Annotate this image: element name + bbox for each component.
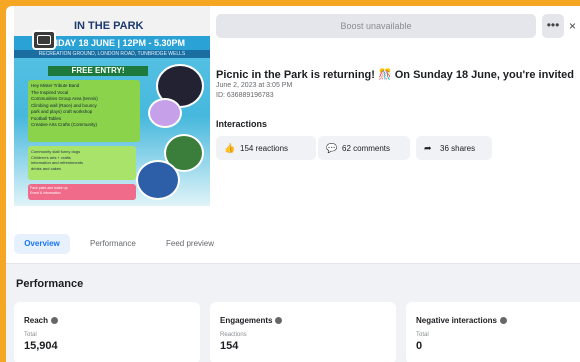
reach-card: Reach Total 15,904 — [14, 302, 200, 362]
reach-sub: Total — [24, 332, 37, 338]
reach-value: 15,904 — [24, 340, 58, 352]
shares-chip[interactable]: ➦ 36 shares — [416, 136, 492, 160]
reach-title: Reach — [24, 316, 59, 325]
post-image[interactable]: IN THE PARK SUNDAY 18 JUNE | 12PM - 5.30… — [14, 6, 210, 206]
poster-note: Event & information — [30, 190, 61, 195]
reactions-chip[interactable]: 👍 154 reactions — [216, 136, 316, 160]
reach-label: Reach — [24, 316, 49, 325]
tab-feed-preview[interactable]: Feed preview — [166, 234, 214, 254]
shares-label: 36 shares — [440, 144, 476, 153]
negative-interactions-card: Negative interactions Total 0 — [406, 302, 580, 362]
negative-sub: Total — [416, 332, 429, 338]
tab-overview[interactable]: Overview — [14, 234, 70, 254]
info-icon[interactable] — [51, 317, 59, 325]
engagements-sub: Reactions — [220, 332, 247, 338]
post-insights-panel: IN THE PARK SUNDAY 18 JUNE | 12PM - 5.30… — [6, 6, 580, 362]
engagements-label: Engagements — [220, 316, 273, 325]
poster-photo-kids — [148, 98, 182, 128]
negative-title: Negative interactions — [416, 316, 507, 325]
thumbs-up-icon: 👍 — [224, 143, 236, 153]
interactions-heading: Interactions — [216, 119, 268, 129]
performance-section: Performance Reach Total 15,904 Engagemen… — [6, 264, 580, 362]
negative-value: 0 — [416, 340, 423, 352]
engagements-title: Engagements — [220, 316, 283, 325]
poster-activities: Hey Mister Tribute Band The Inspired Voc… — [28, 80, 140, 142]
comment-icon: 💬 — [326, 143, 338, 153]
post-id: ID: 636889196783 — [216, 92, 274, 99]
poster-activity: Creative Arts Crafts (Community) — [31, 122, 98, 127]
close-icon[interactable]: × — [569, 14, 580, 38]
info-icon[interactable] — [275, 317, 283, 325]
gallery-icon — [32, 30, 56, 50]
poster-free-entry: FREE ENTRY! — [48, 66, 148, 76]
info-icon[interactable] — [499, 317, 507, 325]
poster-footer-note: Face paint and make up Event & informati… — [28, 184, 136, 200]
post-summary: IN THE PARK SUNDAY 18 JUNE | 12PM - 5.30… — [6, 6, 580, 220]
poster-extras: Community stall funny dogs Children's ar… — [28, 146, 136, 180]
poster-title: IN THE PARK — [74, 20, 144, 32]
share-icon: ➦ — [424, 143, 432, 153]
reactions-label: 154 reactions — [240, 144, 289, 153]
post-message: Picnic in the Park is returning! 🎊 On Su… — [216, 69, 575, 81]
negative-label: Negative interactions — [416, 316, 497, 325]
more-options-button[interactable]: ••• — [542, 14, 564, 38]
poster-photo-dog — [136, 160, 180, 200]
boost-button[interactable]: Boost unavailable — [216, 14, 536, 38]
engagements-value: 154 — [220, 340, 239, 352]
post-date: June 2, 2023 at 3:05 PM — [216, 82, 293, 89]
poster-venue: RECREATION GROUND, LONDON ROAD, TUNBRIDG… — [14, 50, 210, 58]
comments-label: 62 comments — [342, 144, 391, 153]
tab-performance[interactable]: Performance — [90, 234, 136, 254]
poster-extra: drinks and cakes — [31, 165, 62, 171]
comments-chip[interactable]: 💬 62 comments — [318, 136, 410, 160]
tab-bar: Overview Performance Feed preview — [6, 220, 580, 264]
engagements-card: Engagements Reactions 154 — [210, 302, 396, 362]
performance-heading: Performance — [16, 278, 84, 290]
